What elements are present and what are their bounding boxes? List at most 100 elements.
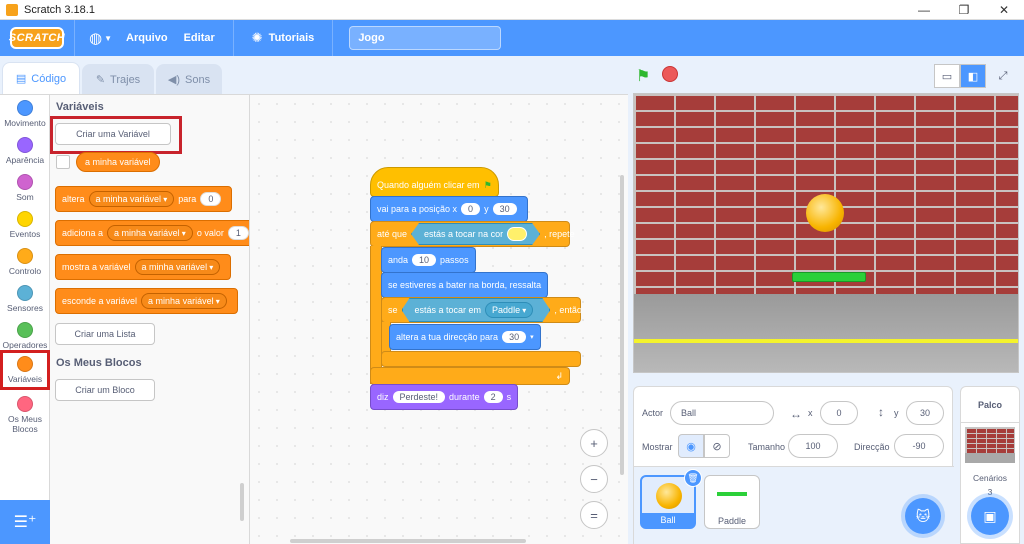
small-stage-button[interactable]: ▭ [934, 64, 960, 88]
editor-tabs: ▤ Código ✎ Trajes ◀) Sons [0, 56, 630, 94]
category-label: Controlo [8, 266, 42, 276]
value-input[interactable]: 0 [200, 192, 222, 206]
fullscreen-button[interactable]: ⤢ [990, 64, 1016, 88]
make-list-button[interactable]: Criar uma Lista [55, 323, 155, 345]
tab-sounds[interactable]: ◀) Sons [156, 64, 222, 94]
highlight-box [50, 116, 182, 154]
set-variable-block[interactable]: altera a minha variável para 0 [55, 186, 233, 212]
green-flag-button[interactable]: ⚑ [636, 66, 650, 86]
block-text: , repete [544, 229, 575, 239]
tab-code[interactable]: ▤ Código [2, 62, 80, 94]
minimize-button[interactable]: — [904, 0, 944, 20]
if-then-block[interactable]: se estás a tocar em Paddle , então [381, 297, 582, 323]
zoom-out-icon: − [590, 471, 598, 487]
show-variable-block[interactable]: mostra a variável a minha variável [55, 254, 232, 280]
maximize-button[interactable]: ❐ [944, 0, 984, 20]
move-steps-block[interactable]: anda 10 passos [381, 247, 476, 273]
script-scrollbar-vertical[interactable] [620, 175, 624, 475]
block-text: durante [449, 392, 480, 402]
script-scrollbar-horizontal[interactable] [290, 539, 526, 543]
x-input[interactable]: 0 [461, 203, 481, 215]
color-swatch[interactable] [507, 227, 527, 241]
project-title-input[interactable]: Jogo [349, 26, 502, 50]
direction-input[interactable]: -90 [894, 434, 944, 458]
normal-stage-button[interactable]: ◧ [960, 64, 986, 88]
chevron-down-icon[interactable]: ▼ [104, 34, 112, 43]
paddle-sprite[interactable] [792, 272, 866, 282]
x-position-input[interactable]: 0 [820, 401, 858, 425]
stage-canvas[interactable] [633, 93, 1019, 373]
category-my-blocks[interactable]: Os Meus Blocos [0, 393, 50, 434]
hide-variable-block[interactable]: esconde a variável a minha variável [55, 288, 238, 314]
object-dropdown[interactable]: Paddle [485, 302, 533, 318]
direction-input[interactable]: 30 [502, 331, 527, 343]
repeat-until-block[interactable]: até que estás a tocar na cor , repete [370, 221, 575, 247]
stage-selector-pane[interactable]: Palco Cenários 3 ▣ [960, 386, 1020, 544]
category-variables[interactable]: Variáveis [0, 350, 50, 390]
stop-button[interactable] [662, 66, 678, 82]
touching-color-sensor[interactable]: estás a tocar na cor [411, 223, 540, 245]
zoom-reset-button[interactable]: = [580, 501, 608, 529]
add-sprite-button[interactable]: 🐱 [905, 498, 941, 534]
my-blocks-color-dot [17, 396, 33, 412]
add-extension-button[interactable]: ☰⁺ [0, 500, 50, 544]
my-variable-reporter[interactable]: a minha variável [76, 152, 160, 172]
trash-icon[interactable]: 🗑 [684, 469, 702, 487]
sprite-thumb-paddle[interactable]: Paddle [704, 475, 760, 529]
edit-menu[interactable]: Editar [184, 32, 215, 44]
y-position-input[interactable]: 30 [906, 401, 944, 425]
when-flag-clicked-block[interactable]: Quando alguém clicar em ⚑ [370, 167, 499, 197]
seconds-input[interactable]: 2 [483, 391, 503, 403]
backdrop-thumbnail-ground [965, 453, 1015, 463]
category-events[interactable]: Eventos [0, 208, 50, 246]
hide-sprite-button[interactable]: ⊘ [704, 434, 730, 458]
make-block-button[interactable]: Criar um Bloco [55, 379, 155, 401]
tutorials-label: Tutoriais [268, 32, 315, 44]
variable-dropdown[interactable]: a minha variável [134, 259, 221, 275]
variable-dropdown[interactable]: a minha variável [88, 191, 175, 207]
steps-input[interactable]: 10 [412, 254, 437, 266]
app-icon [6, 3, 18, 16]
palette-scrollbar[interactable] [240, 483, 244, 521]
menu-separator [232, 20, 234, 56]
say-for-secs-block[interactable]: diz Perdeste! durante 2 s [370, 384, 519, 410]
size-input[interactable]: 100 [788, 434, 838, 458]
variable-checkbox[interactable] [56, 155, 70, 169]
message-input[interactable]: Perdeste! [392, 391, 446, 403]
x-label: x [808, 408, 813, 418]
show-sprite-button[interactable]: ◉ [678, 434, 704, 458]
sprite-name-input[interactable]: Ball [670, 401, 774, 425]
scratch-logo[interactable]: SCRATCH [9, 27, 65, 49]
value-input[interactable]: 1 [227, 226, 249, 240]
menu-separator [332, 20, 334, 56]
script-area[interactable]: Quando alguém clicar em ⚑ vai para a pos… [250, 94, 628, 544]
bounce-on-edge-block[interactable]: se estiveres a bater na borda, ressalta [381, 272, 549, 298]
y-input[interactable]: 30 [492, 203, 517, 215]
variable-dropdown[interactable]: a minha variável [141, 293, 227, 309]
category-control[interactable]: Controlo [0, 245, 50, 283]
category-sensing[interactable]: Sensores [0, 282, 50, 320]
variable-dropdown[interactable]: a minha variável [107, 225, 193, 241]
point-in-direction-block[interactable]: altera a tua direcção para 30 ▾ [389, 324, 541, 350]
chevron-down-icon[interactable]: ▾ [530, 333, 534, 341]
block-text: altera a tua direcção para [396, 332, 499, 342]
change-variable-block[interactable]: adiciona a a minha variável o valor 1 [55, 220, 249, 246]
category-looks[interactable]: Aparência [0, 134, 50, 172]
goto-xy-block[interactable]: vai para a posição x 0 y 30 [370, 196, 528, 222]
category-sound[interactable]: Som [0, 171, 50, 209]
zoom-in-button[interactable]: + [580, 429, 608, 457]
add-backdrop-button[interactable]: ▣ [971, 497, 1009, 535]
close-button[interactable]: ✕ [984, 0, 1024, 20]
sprite-thumb-ball[interactable]: Ball 🗑 [640, 469, 702, 529]
sensing-color-dot [17, 285, 33, 301]
ball-sprite[interactable] [806, 194, 844, 232]
globe-icon[interactable]: ◍ [89, 29, 102, 47]
block-text: y [484, 204, 489, 214]
tab-costumes[interactable]: ✎ Trajes [82, 64, 154, 94]
category-motion[interactable]: Movimento [0, 97, 50, 135]
file-menu[interactable]: Arquivo [126, 32, 168, 44]
touching-object-sensor[interactable]: estás a tocar em Paddle [402, 298, 551, 322]
zoom-out-button[interactable]: − [580, 465, 608, 493]
stage-header: ⚑ ▭ ◧ ⤢ [628, 56, 1024, 92]
tutorials-menu[interactable]: ✺ Tutoriais [252, 30, 315, 46]
